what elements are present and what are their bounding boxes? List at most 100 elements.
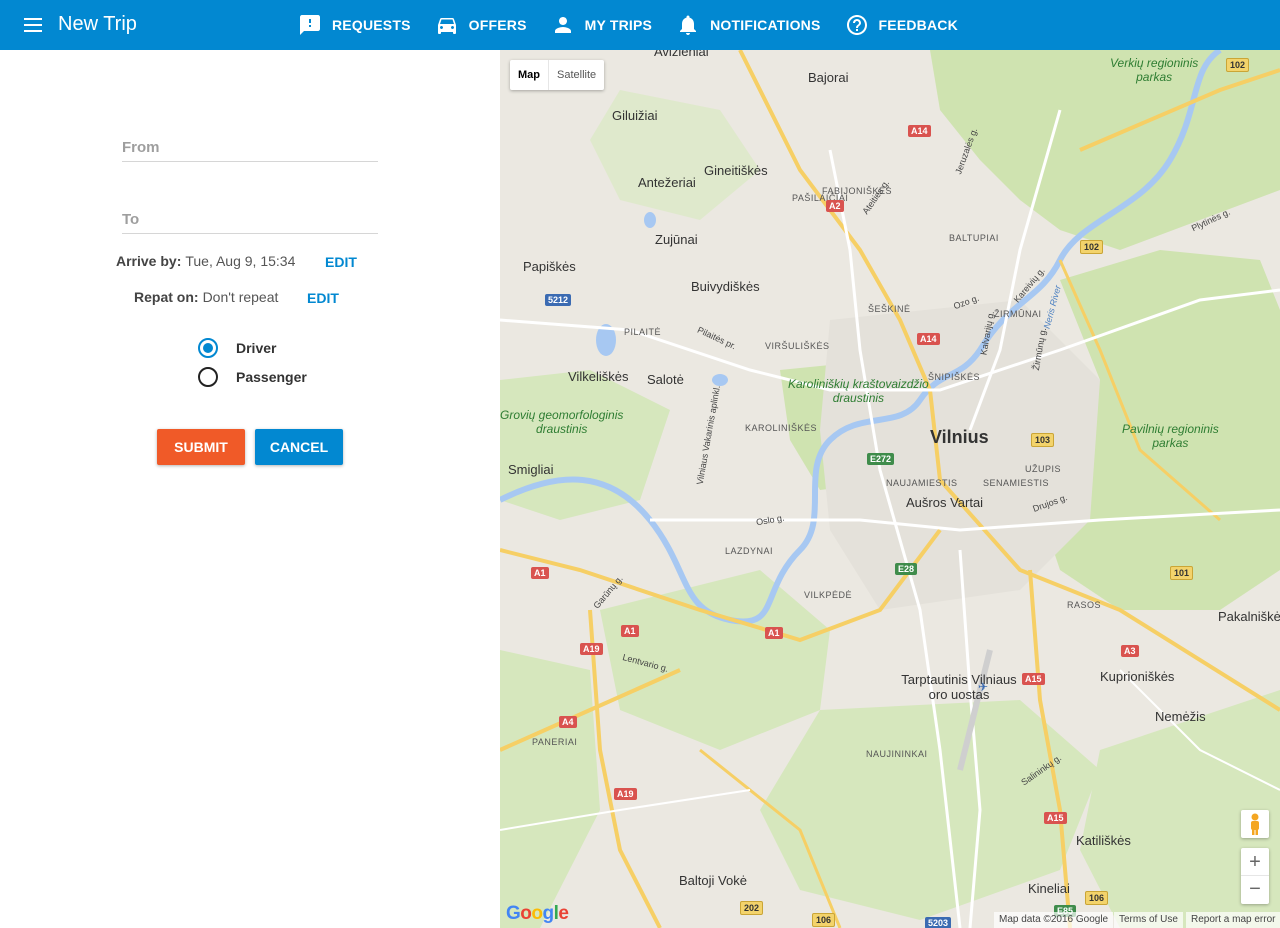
district-label: KAROLINIŠKĖS — [745, 423, 818, 433]
map-type-control: Map Satellite — [510, 60, 605, 90]
district-label: SENAMIESTIS — [983, 478, 1050, 488]
zoom-in-button[interactable]: + — [1241, 848, 1269, 876]
map-type-map[interactable]: Map — [510, 60, 549, 90]
zoom-control: + − — [1241, 848, 1269, 904]
top-nav: REQUESTS OFFERS MY TRIPS NOTIFICATIONS F… — [286, 0, 970, 50]
menu-icon[interactable] — [22, 16, 46, 34]
road-tag: E272 — [867, 453, 895, 465]
trip-form-panel: Arrive by: Tue, Aug 9, 15:34 EDIT Repat … — [0, 50, 500, 928]
road-tag: A4 — [559, 716, 577, 728]
repeat-edit-button[interactable]: EDIT — [307, 290, 339, 306]
road-tag: 202 — [740, 901, 764, 915]
road-tag: 102 — [1080, 240, 1104, 254]
car-icon — [437, 18, 456, 34]
report-error-link[interactable]: Report a map error — [1186, 912, 1280, 928]
road-tag: A14 — [908, 125, 931, 137]
passenger-label: Passenger — [236, 369, 307, 385]
arrive-value: Tue, Aug 9, 15:34 — [185, 253, 296, 269]
district-label: LAZDYNAI — [725, 546, 774, 556]
city-label: Vilnius — [930, 427, 989, 447]
nav-requests[interactable]: REQUESTS — [286, 0, 423, 50]
road-tag: 106 — [1085, 891, 1109, 905]
person-icon — [554, 17, 571, 33]
nav-notifications[interactable]: NOTIFICATIONS — [664, 0, 832, 50]
bell-icon — [680, 15, 697, 35]
place-label: Kuprioniškės — [1100, 669, 1175, 684]
road-tag: 103 — [1031, 433, 1055, 447]
map-attribution: Map data ©2016 Google — [994, 912, 1114, 928]
road-tag: A1 — [621, 625, 639, 637]
submit-button[interactable]: SUBMIT — [157, 429, 245, 465]
road-tag: A1 — [765, 627, 783, 639]
place-label: Nemėžis — [1155, 709, 1206, 724]
map-view[interactable]: Map Satellite Vilnius Avižieniai Bajorai… — [500, 50, 1280, 928]
park-label: Karoliniškių kraštovaizdžio draustinis — [788, 377, 929, 405]
google-logo: Google — [506, 903, 569, 924]
road-tag: 106 — [812, 913, 836, 927]
passenger-radio[interactable] — [198, 367, 218, 387]
place-label: Avižieniai — [654, 50, 709, 59]
road-tag: 5203 — [925, 917, 952, 928]
district-label: PANERIAI — [532, 737, 578, 747]
place-label: Pakalniškės — [1218, 609, 1280, 624]
driver-label: Driver — [236, 340, 277, 356]
road-tag: A1 — [531, 567, 549, 579]
road-tag: E28 — [895, 563, 918, 575]
road-tag: A2 — [826, 200, 844, 212]
park-label: Grovių geomorfologinis draustinis — [500, 408, 624, 436]
nav-requests-label: REQUESTS — [332, 17, 411, 33]
place-label: Kineliai — [1028, 881, 1070, 896]
zoom-out-button[interactable]: − — [1241, 876, 1269, 904]
district-label: RASOS — [1067, 600, 1102, 610]
district-label: VILKPĖDĖ — [804, 590, 853, 600]
place-label: Buivydiškės — [691, 279, 760, 294]
driver-radio[interactable] — [198, 338, 218, 358]
arrive-label: Arrive by: — [116, 253, 182, 269]
district-label: NAUJAMIESTIS — [886, 478, 958, 488]
cancel-button[interactable]: CANCEL — [255, 429, 343, 465]
place-label: Vilkeliškės — [568, 369, 629, 384]
road-tag: 5212 — [545, 294, 572, 306]
terms-link[interactable]: Terms of Use — [1114, 912, 1183, 928]
place-label: Aušros Vartai — [906, 495, 984, 510]
district-label: ŽIRMŪNAI — [994, 309, 1042, 319]
role-driver-option[interactable]: Driver — [198, 338, 276, 358]
road-tag: A3 — [1121, 645, 1139, 657]
place-label: Zujūnai — [655, 232, 698, 247]
feedback-exclamation-icon — [300, 15, 320, 35]
district-label: UŽUPIS — [1025, 464, 1062, 474]
district-label: BALTUPIAI — [949, 233, 999, 243]
nav-feedback[interactable]: FEEDBACK — [833, 0, 970, 50]
app-bar: New Trip REQUESTS OFFERS MY TRIPS NOTIFI… — [0, 0, 1280, 50]
arrive-edit-button[interactable]: EDIT — [325, 254, 357, 270]
repeat-label: Repat on: — [134, 289, 199, 305]
street-view-pegman-icon[interactable] — [1241, 810, 1269, 838]
nav-notifications-label: NOTIFICATIONS — [710, 17, 821, 33]
airport-label: Tarptautinis Vilniaus oro uostas — [901, 672, 1017, 702]
repeat-row: Repat on: Don't repeat — [134, 289, 278, 305]
nav-my-trips-label: MY TRIPS — [584, 17, 653, 33]
airplane-icon: ✈ — [978, 680, 989, 694]
place-label: Bajorai — [808, 70, 849, 85]
repeat-value: Don't repeat — [202, 289, 279, 305]
district-label: NAUJININKAI — [866, 749, 928, 759]
nav-feedback-label: FEEDBACK — [878, 17, 958, 33]
nav-offers[interactable]: OFFERS — [423, 0, 539, 50]
park-label: Verkių regioninis parkas — [1110, 56, 1199, 84]
road-tag: A14 — [917, 333, 940, 345]
district-label: VIRŠULIŠKĖS — [765, 341, 830, 351]
arrive-row: Arrive by: Tue, Aug 9, 15:34 — [116, 253, 295, 269]
nav-my-trips[interactable]: MY TRIPS — [539, 0, 664, 50]
map-type-satellite[interactable]: Satellite — [549, 60, 604, 90]
place-label: Katiliškės — [1076, 833, 1131, 848]
from-field-wrapper — [122, 122, 378, 162]
road-tag: 102 — [1226, 58, 1250, 72]
road-tag: A19 — [580, 643, 603, 655]
page-title: New Trip — [58, 13, 137, 35]
from-input[interactable] — [122, 122, 378, 161]
place-label: Smigliai — [508, 462, 554, 477]
district-label: ŠEŠKINĖ — [868, 304, 911, 314]
place-label: Antežeriai — [638, 175, 696, 190]
role-passenger-option[interactable]: Passenger — [198, 367, 307, 387]
to-input[interactable] — [122, 194, 378, 233]
